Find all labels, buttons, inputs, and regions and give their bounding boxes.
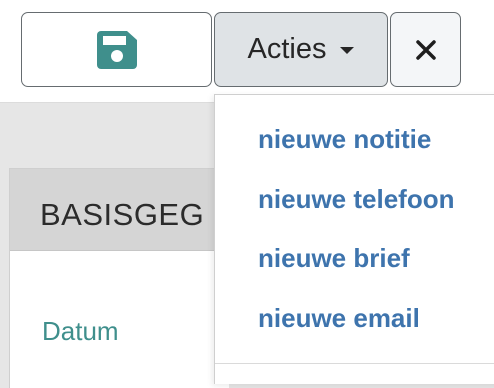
panel-title: BASISGEG xyxy=(40,197,205,232)
date-field-label: Datum xyxy=(42,316,119,346)
actions-dropdown-button[interactable]: Acties xyxy=(214,12,388,87)
close-icon xyxy=(415,39,437,61)
menu-divider xyxy=(215,363,494,364)
menu-item-new-note[interactable]: nieuwe notitie xyxy=(258,124,431,155)
close-button[interactable] xyxy=(390,12,461,87)
floppy-disk-icon xyxy=(96,30,137,69)
menu-item-new-phone[interactable]: nieuwe telefoon xyxy=(258,184,454,215)
basic-data-panel: BASISGEG Datum xyxy=(9,168,229,388)
caret-down-icon xyxy=(340,47,355,54)
menu-item-new-email[interactable]: nieuwe email xyxy=(258,303,420,334)
panel-header: BASISGEG xyxy=(10,169,229,251)
actions-label: Acties xyxy=(247,33,327,65)
actions-dropdown-menu: nieuwe notitie nieuwe telefoon nieuwe br… xyxy=(214,94,494,384)
menu-item-new-letter[interactable]: nieuwe brief xyxy=(258,243,410,274)
save-button[interactable] xyxy=(21,12,212,87)
